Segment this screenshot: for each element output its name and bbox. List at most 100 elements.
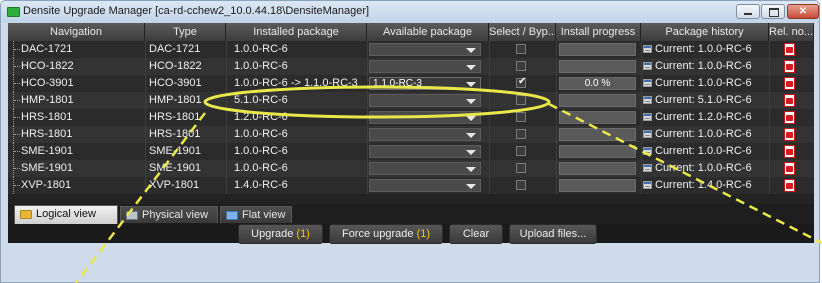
view-tabs: Logical view Physical view Flat view (8, 204, 814, 224)
upgrade-button[interactable]: Upgrade (1) (238, 224, 323, 244)
select-checkbox[interactable] (516, 129, 526, 139)
available-package-dropdown[interactable] (369, 179, 481, 192)
available-package-dropdown[interactable] (369, 43, 481, 56)
available-package-dropdown[interactable] (369, 94, 481, 107)
force-upgrade-count: (1) (416, 228, 431, 240)
column-divider (226, 109, 227, 126)
column-header[interactable]: Available package (367, 23, 489, 41)
table-row[interactable]: XVP-1801 XVP-1801 1.4.0-RC-6 Current: 1.4.0… (8, 177, 814, 194)
tab-flat-view[interactable]: Flat view (220, 206, 292, 223)
tree-connector (13, 143, 20, 160)
release-notes-cell (769, 160, 814, 177)
package-history-cell[interactable]: Current: 1.0.0-RC-6 (641, 75, 769, 92)
select-checkbox[interactable] (516, 146, 526, 156)
navigation-cell[interactable]: SME-1901 (8, 160, 145, 177)
navigation-cell[interactable]: HCO-3901 (8, 75, 145, 92)
navigation-cell[interactable]: SME-1901 (8, 143, 145, 160)
package-history-cell[interactable]: Current: 1.0.0-RC-6 (641, 41, 769, 58)
available-package-dropdown[interactable] (369, 128, 481, 141)
column-header[interactable]: Package history (641, 23, 769, 41)
install-progress-bar (559, 94, 636, 107)
force-upgrade-button[interactable]: Force upgrade (1) (329, 224, 443, 244)
table-row[interactable]: HRS-1801 HRS-1801 1.0.0-RC-6 Current: 1.0.0… (8, 126, 814, 143)
column-divider (145, 126, 146, 143)
maximize-button[interactable] (761, 4, 785, 19)
table-row[interactable]: HCO-3901 HCO-3901 1.0.0-RC-6 -> 1.1.0-RC-3… (8, 75, 814, 92)
installed-package-cell: 1.0.0-RC-6 (234, 145, 288, 157)
pdf-icon[interactable] (784, 162, 795, 175)
pdf-icon[interactable] (784, 179, 795, 192)
calendar-icon (643, 62, 652, 70)
minimize-button[interactable] (736, 4, 760, 19)
column-header[interactable]: Type (145, 23, 226, 41)
package-history-cell[interactable]: Current: 1.2.0-RC-6 (641, 109, 769, 126)
install-progress-cell (556, 143, 641, 160)
column-divider (145, 143, 146, 160)
calendar-icon (643, 147, 652, 155)
folder-icon (20, 210, 32, 219)
tab-logical-view[interactable]: Logical view (14, 205, 118, 224)
select-checkbox[interactable] (516, 95, 526, 105)
available-package-dropdown[interactable]: 1.1.0-RC-3 (369, 77, 481, 90)
available-package-dropdown[interactable] (369, 162, 481, 175)
pdf-icon[interactable] (784, 111, 795, 124)
package-history-cell[interactable]: Current: 1.0.0-RC-6 (641, 126, 769, 143)
column-header[interactable]: Rel. no... (769, 23, 814, 41)
available-package-dropdown[interactable] (369, 145, 481, 158)
select-checkbox[interactable] (516, 44, 526, 54)
navigation-cell[interactable]: HRS-1801 (8, 109, 145, 126)
table-row[interactable]: HRS-1801 HRS-1801 1.2.0-RC-6 Current: 1.2.0… (8, 109, 814, 126)
select-checkbox[interactable] (516, 112, 526, 122)
column-header[interactable]: Install progress (556, 23, 641, 41)
table-row[interactable]: HMP-1801 HMP-1801 5.1.0-RC-6 Current: 5.1.0… (8, 92, 814, 109)
pdf-icon[interactable] (784, 94, 795, 107)
navigation-cell[interactable]: HRS-1801 (8, 126, 145, 143)
select-checkbox[interactable] (516, 61, 526, 71)
select-cell (489, 143, 556, 160)
navigation-cell[interactable]: XVP-1801 (8, 177, 145, 194)
table-row[interactable]: SME-1901 SME-1901 1.0.0-RC-6 Current: 1.0.0… (8, 143, 814, 160)
column-header[interactable]: Select / Byp... (489, 23, 556, 41)
available-package-cell (367, 109, 489, 126)
pdf-icon[interactable] (784, 145, 795, 158)
clear-button[interactable]: Clear (449, 224, 503, 244)
install-progress-cell (556, 58, 641, 75)
select-checkbox[interactable]: ✔ (516, 76, 526, 88)
select-checkbox[interactable] (516, 163, 526, 173)
navigation-cell[interactable]: HCO-1822 (8, 58, 145, 75)
close-button[interactable]: ✕ (787, 4, 819, 19)
pdf-icon[interactable] (784, 43, 795, 56)
installed-package-cell: 1.0.0-RC-6 (234, 60, 288, 72)
available-package-cell (367, 92, 489, 109)
title-bar[interactable]: Densite Upgrade Manager [ca-rd-cchew2_10… (1, 1, 819, 23)
table-row[interactable]: DAC-1721 DAC-1721 1.0.0-RC-6 Current: 1.0.0… (8, 41, 814, 58)
package-history-cell[interactable]: Current: 5.1.0-RC-6 (641, 92, 769, 109)
tree-connector (13, 160, 20, 177)
installed-package-cell: 1.0.0-RC-6 (234, 128, 288, 140)
column-header[interactable]: Installed package (226, 23, 367, 41)
installed-package-cell: 1.0.0-RC-6 (234, 43, 288, 55)
pdf-icon[interactable] (784, 77, 795, 90)
navigation-cell[interactable]: HMP-1801 (8, 92, 145, 109)
package-history-cell[interactable]: Current: 1.0.0-RC-6 (641, 160, 769, 177)
pdf-icon[interactable] (784, 60, 795, 73)
table-row[interactable]: SME-1901 SME-1901 1.0.0-RC-6 Current: 1.0.0… (8, 160, 814, 177)
type-cell: SME-1901 (149, 162, 201, 174)
package-history-cell[interactable]: Current: 1.0.0-RC-6 (641, 58, 769, 75)
package-history-cell[interactable]: Current: 1.0.0-RC-6 (641, 143, 769, 160)
dropdown-arrow-icon (466, 133, 476, 138)
available-package-dropdown[interactable] (369, 60, 481, 73)
package-history-cell[interactable]: Current: 1.4.0-RC-6 (641, 177, 769, 194)
navigation-label: HCO-3901 (21, 77, 74, 89)
install-progress-cell (556, 126, 641, 143)
select-checkbox[interactable] (516, 180, 526, 190)
navigation-cell[interactable]: DAC-1721 (8, 41, 145, 58)
upload-files-button[interactable]: Upload files... (509, 224, 597, 244)
column-divider (145, 177, 146, 194)
pdf-icon[interactable] (784, 128, 795, 141)
available-package-dropdown[interactable] (369, 111, 481, 124)
table-row[interactable]: HCO-1822 HCO-1822 1.0.0-RC-6 Current: 1.0.0… (8, 58, 814, 75)
tab-physical-view[interactable]: Physical view (120, 206, 218, 223)
column-header[interactable]: Navigation (8, 23, 145, 41)
install-progress-bar (559, 179, 636, 192)
